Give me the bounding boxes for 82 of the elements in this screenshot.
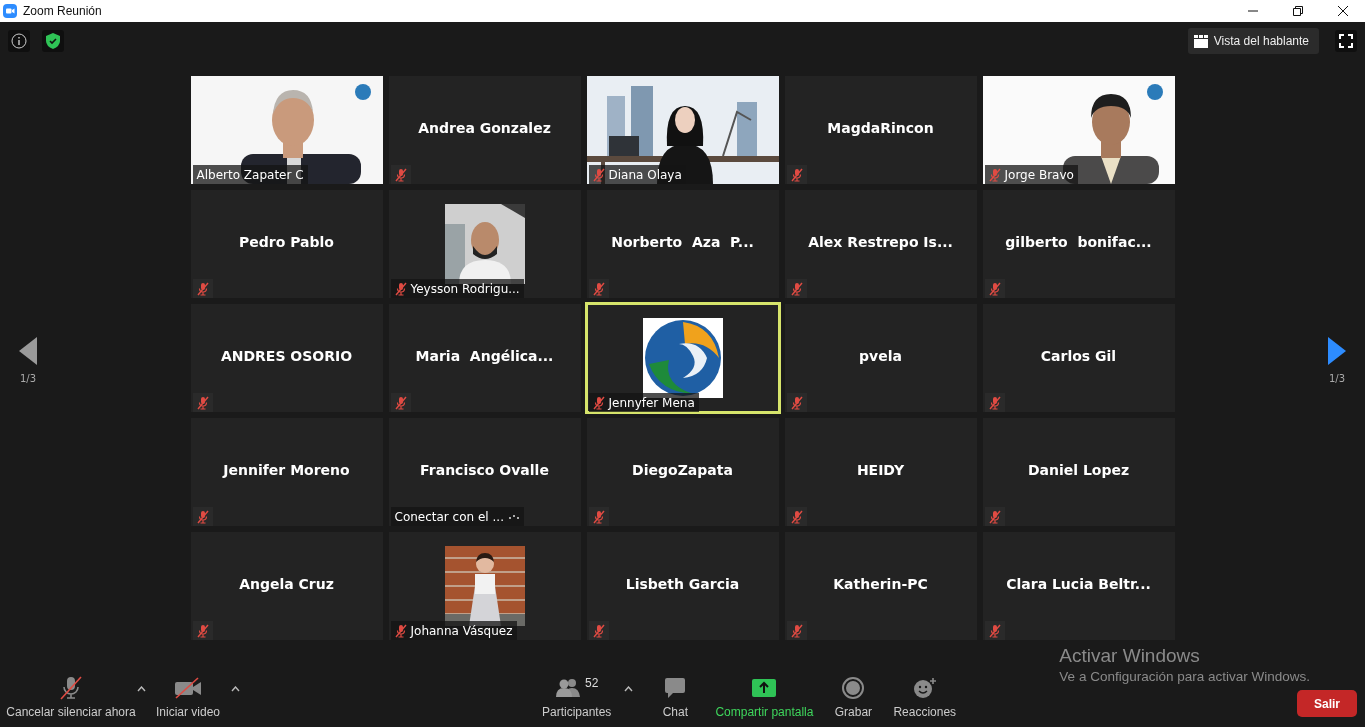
video-tile[interactable]: Clara Lucia Beltr... bbox=[982, 532, 1175, 640]
activation-title: Activar Windows bbox=[1059, 645, 1201, 667]
info-button[interactable] bbox=[8, 30, 30, 52]
participants-button[interactable]: 52 Participantes bbox=[542, 668, 612, 719]
video-tile[interactable]: Alex Restrepo Is... bbox=[784, 190, 977, 298]
video-tile[interactable]: gilberto bonifac... bbox=[982, 190, 1175, 298]
video-tile[interactable]: Jennifer Moreno bbox=[190, 418, 383, 526]
video-tile[interactable]: Carlos Gil bbox=[982, 304, 1175, 412]
app-icon bbox=[3, 4, 17, 18]
video-tile[interactable]: Lisbeth Garcia bbox=[586, 532, 779, 640]
participant-name: HEIDY bbox=[855, 462, 906, 478]
video-tile[interactable]: Daniel Lopez bbox=[982, 418, 1175, 526]
window-title: Zoom Reunión bbox=[23, 4, 102, 18]
close-icon bbox=[1337, 6, 1348, 16]
video-tile[interactable]: Jorge Bravo bbox=[982, 76, 1175, 184]
participant-name: ANDRES OSORIO bbox=[219, 348, 354, 364]
video-tile[interactable]: Yeysson Rodrigu... bbox=[388, 190, 581, 298]
participant-name: Jennifer Moreno bbox=[221, 462, 351, 478]
record-icon bbox=[842, 677, 865, 699]
view-layout-icon bbox=[1193, 34, 1208, 48]
participant-name: Pedro Pablo bbox=[238, 234, 335, 250]
leave-button[interactable]: Salir bbox=[1297, 690, 1357, 717]
video-tile[interactable]: DiegoZapata bbox=[586, 418, 779, 526]
record-button[interactable]: Grabar bbox=[823, 668, 884, 719]
video-off-icon bbox=[174, 677, 202, 699]
share-button[interactable]: Compartir pantalla bbox=[715, 668, 814, 719]
chat-icon bbox=[664, 677, 687, 699]
participant-name: Angela Cruz bbox=[238, 576, 335, 592]
restore-icon bbox=[1292, 6, 1303, 16]
participant-name: Clara Lucia Beltr... bbox=[1005, 576, 1152, 592]
participant-name: MagdaRincon bbox=[826, 120, 935, 136]
participant-name: Katherin-PC bbox=[832, 576, 929, 592]
video-tile[interactable]: pvela bbox=[784, 304, 977, 412]
video-tile[interactable]: Maria Angélica... bbox=[388, 304, 581, 412]
fullscreen-button[interactable] bbox=[1335, 30, 1357, 52]
share-screen-icon bbox=[752, 679, 777, 697]
participant-name: Diana Olaya bbox=[608, 167, 682, 182]
page-indicator: 1/3 bbox=[19, 372, 37, 384]
activation-text: Ve a Configuración para activar Windows. bbox=[1059, 669, 1310, 684]
participants-icon bbox=[555, 678, 581, 698]
video-tile[interactable]: HEIDY bbox=[784, 418, 977, 526]
participant-name: DiegoZapata bbox=[631, 462, 734, 478]
video-tile[interactable]: MagdaRincon bbox=[784, 76, 977, 184]
reactions-button[interactable]: Reacciones bbox=[893, 668, 957, 719]
participant-name: Alex Restrepo Is... bbox=[807, 234, 954, 250]
video-tile[interactable]: Andrea Gonzalez bbox=[388, 76, 581, 184]
participant-count: 52 bbox=[585, 676, 599, 690]
participant-name: pvela bbox=[858, 348, 903, 364]
participant-name: Maria Angélica... bbox=[414, 348, 555, 364]
participant-name: Carlos Gil bbox=[1039, 348, 1118, 364]
participant-name: Johanna Vásquez bbox=[410, 623, 513, 638]
video-tile[interactable]: Norberto Aza P... bbox=[586, 190, 779, 298]
video-tile[interactable]: ANDRES OSORIO bbox=[190, 304, 383, 412]
connecting-dots-icon bbox=[507, 513, 520, 520]
participant-name: Daniel Lopez bbox=[1026, 462, 1131, 478]
start-video-button[interactable]: Iniciar video bbox=[148, 668, 228, 719]
participant-name: Norberto Aza P... bbox=[610, 234, 755, 250]
video-tile[interactable]: Diana Olaya bbox=[586, 76, 779, 184]
video-tile[interactable]: Katherin-PC bbox=[784, 532, 977, 640]
participant-name: Yeysson Rodrigu... bbox=[410, 281, 520, 296]
muted-mic-icon bbox=[58, 676, 84, 700]
page-indicator: 1/3 bbox=[1328, 372, 1346, 384]
video-tile[interactable]: Johanna Vásquez bbox=[388, 532, 581, 640]
participant-name: Francisco Ovalle bbox=[419, 462, 550, 478]
status-text: Conectar con el ... bbox=[394, 509, 504, 524]
participant-name: Jennyfer Mena bbox=[608, 395, 695, 410]
unmute-button[interactable]: Cancelar silenciar ahora bbox=[8, 668, 134, 719]
next-page-icon[interactable] bbox=[1328, 336, 1346, 365]
video-tile[interactable]: Jennyfer Mena bbox=[586, 304, 779, 412]
participant-name: Alberto Zapater C bbox=[196, 167, 304, 182]
security-button[interactable] bbox=[42, 30, 64, 52]
speaker-view-button[interactable]: Vista del hablante bbox=[1187, 28, 1319, 54]
video-tile[interactable]: Alberto Zapater C bbox=[190, 76, 383, 184]
participant-name: gilberto bonifac... bbox=[1004, 234, 1153, 250]
participant-name: Andrea Gonzalez bbox=[417, 120, 552, 136]
video-tile[interactable]: Francisco Ovalle Conectar con el ... bbox=[388, 418, 581, 526]
participant-name: Lisbeth Garcia bbox=[624, 576, 741, 592]
chat-button[interactable]: Chat bbox=[645, 668, 706, 719]
video-tile[interactable]: Pedro Pablo bbox=[190, 190, 383, 298]
participant-name: Jorge Bravo bbox=[1004, 167, 1074, 182]
video-tile[interactable]: Angela Cruz bbox=[190, 532, 383, 640]
reactions-icon bbox=[912, 677, 937, 699]
